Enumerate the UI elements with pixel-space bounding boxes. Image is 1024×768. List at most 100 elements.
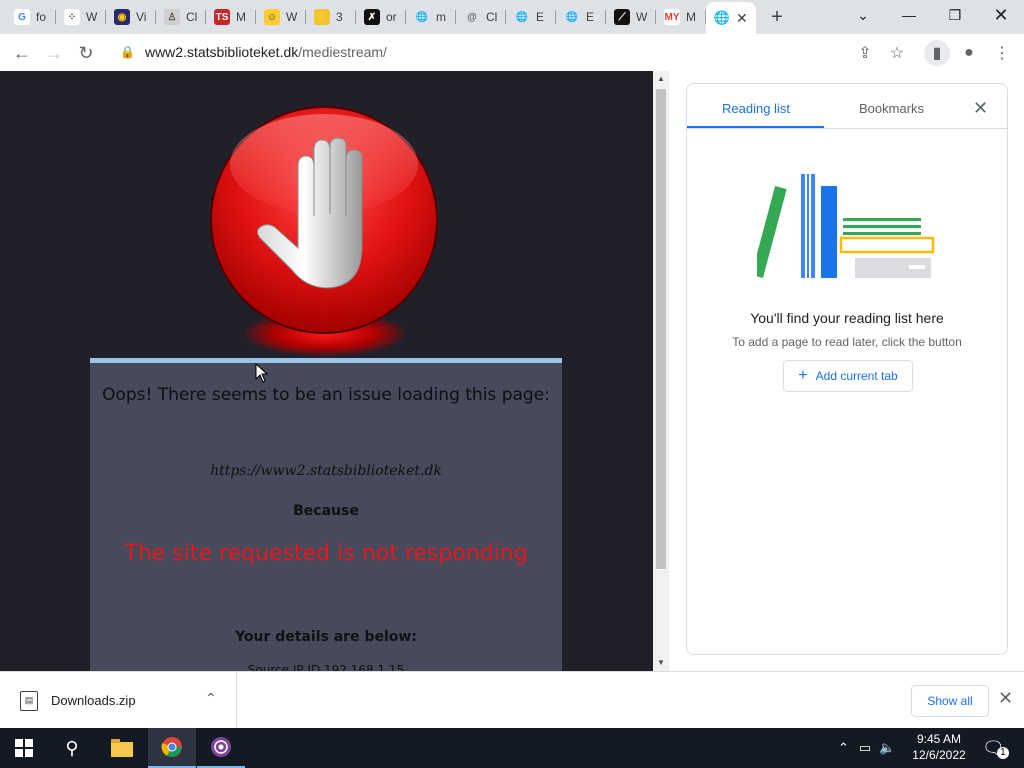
browser-tab[interactable]: ⟋ W [606,4,656,30]
tab-favicon-icon: @ [464,9,480,25]
start-button[interactable] [0,728,48,768]
browser-tab[interactable]: ♙ Cl [156,4,206,30]
browser-tab[interactable]: MY M [656,4,706,30]
tab-title: Cl [186,10,198,24]
close-tab-icon[interactable]: ✕ [736,10,748,27]
hand-icon [256,137,363,289]
notification-center[interactable]: 🗨 1 [982,728,1009,768]
tab-favicon-icon: ⟋ [614,9,630,25]
header-divider [687,128,1007,129]
plus-icon: + [798,367,808,384]
browser-tab[interactable]: ☺ W [256,4,306,30]
close-window-button[interactable]: ✕ [978,0,1024,30]
url-path: /mediestream/ [298,44,387,60]
tab-title: fo [36,10,47,24]
details-heading: Your details are below: [235,629,417,645]
tab-title: Cl [486,10,498,24]
tab-favicon-icon: ◉ [114,9,130,25]
file-explorer-icon[interactable] [98,728,146,768]
zip-file-icon: ▤ [20,690,38,711]
add-current-tab-label: Add current tab [815,369,898,383]
reading-list-card: Reading list Bookmarks ✕ You'll find you… [686,83,1008,655]
reading-list-empty-subtitle: To add a page to read later, click the b… [732,335,962,349]
scroll-down-icon[interactable]: ▼ [653,655,669,671]
tab-title: M [236,10,246,24]
side-panel: Reading list Bookmarks ✕ You'll find you… [669,71,1024,671]
new-tab-button[interactable]: + [768,6,786,28]
share-icon[interactable]: ⇪ [852,40,878,66]
windows-logo-icon [15,739,33,757]
tab-search-icon[interactable]: ⌄ [840,0,886,30]
tab-title: W [636,10,648,24]
tab-bookmarks[interactable]: Bookmarks [859,101,924,116]
search-icon[interactable]: ⚲ [48,728,96,768]
onion-icon [211,737,231,757]
browser-tab[interactable]: TS M [206,4,256,30]
page-content: Oops! There seems to be an issue loading… [0,71,653,671]
chrome-icon [161,737,182,757]
globe-icon: 🌐 [713,10,731,26]
side-panel-icon[interactable]: ▮ [924,40,950,66]
url-host: www2.statsbiblioteket.dk [144,44,299,60]
menu-icon[interactable]: ⋮ [989,40,1015,66]
tab-title: Vi [136,10,147,24]
tab-favicon-icon: G [14,9,30,25]
scroll-thumb[interactable] [656,89,666,569]
chevron-up-icon[interactable]: ⌃ [205,690,217,707]
details-partial: Source IP ID 192.168.1.15 [247,663,405,671]
windows-taskbar: ⚲ ⌃ ▭ 🔈 9:45 AM 12/6/2022 🗨 1 [0,728,1024,768]
tab-favicon-icon: ☺ [264,9,280,25]
browser-toolbar: ← → ↻ 🔒 www2.statsbiblioteket.dk/mediest… [0,34,1024,72]
lock-icon: 🔒 [120,45,135,59]
reading-list-empty-title: You'll find your reading list here [750,310,944,326]
tab-favicon-icon: TS [214,9,230,25]
network-icon[interactable]: ▭ [859,740,871,756]
tab-title: m [436,10,446,24]
bookmark-star-icon[interactable]: ☆ [884,40,910,66]
tab-favicon-icon: ✗ [364,9,380,25]
chevron-up-tray-icon[interactable]: ⌃ [838,740,849,756]
chrome-taskbar-icon[interactable] [148,728,196,768]
forward-icon[interactable]: → [41,40,67,66]
browser-tab[interactable]: @ Cl [456,4,506,30]
tab-favicon-icon: ⚡ [314,9,330,25]
tab-title: E [536,10,545,24]
system-tray: ⌃ ▭ 🔈 [838,728,895,768]
minimize-button[interactable]: — [886,0,932,30]
browser-tab[interactable]: 🌐 E [556,4,606,30]
browser-tab[interactable]: ⚡ 3 [306,4,356,30]
error-panel: Oops! There seems to be an issue loading… [90,358,562,671]
page-scrollbar[interactable]: ▲ ▼ [653,71,669,671]
address-bar[interactable]: 🔒 www2.statsbiblioteket.dk/mediestream/ [110,38,916,66]
download-item[interactable]: ▤ Downloads.zip ⌃ [0,672,237,729]
back-icon[interactable]: ← [9,40,35,66]
tab-favicon-icon: MY [664,9,680,25]
download-filename: Downloads.zip [51,693,136,708]
browser-tab[interactable]: Gfo [6,4,56,30]
tab-favicon-icon: 🌐 [514,9,530,25]
tab-favicon-icon: ♙ [164,9,180,25]
browser-tab[interactable]: 🌐 E [506,4,556,30]
tab-favicon-icon: ⁘ [64,9,80,25]
restore-button[interactable]: ❐ [932,0,978,30]
clock[interactable]: 9:45 AM 12/6/2022 [905,731,973,763]
tab-title: 3 [336,10,343,24]
browser-tab[interactable]: ◉ Vi [106,4,156,30]
because-label: Because [293,503,359,519]
volume-icon[interactable]: 🔈 [879,740,895,756]
scroll-up-icon[interactable]: ▲ [653,71,669,87]
close-download-bar-icon[interactable]: ✕ [998,688,1013,709]
add-current-tab-button[interactable]: + Add current tab [783,360,913,392]
reload-icon[interactable]: ↻ [73,40,99,66]
profile-icon[interactable]: ● [956,40,982,66]
tab-reading-list[interactable]: Reading list [722,101,790,116]
tor-browser-icon[interactable] [197,728,245,768]
browser-tab[interactable]: ⁘ W [56,4,106,30]
browser-tab[interactable]: 🌐 m [406,4,456,30]
tab-title: E [586,10,595,24]
browser-tab[interactable]: ✗ or [356,4,406,30]
show-all-button[interactable]: Show all [911,685,989,717]
tab-active[interactable]: 🌐 ✕ [706,2,756,34]
close-panel-icon[interactable]: ✕ [973,98,988,119]
tab-title: W [286,10,298,24]
